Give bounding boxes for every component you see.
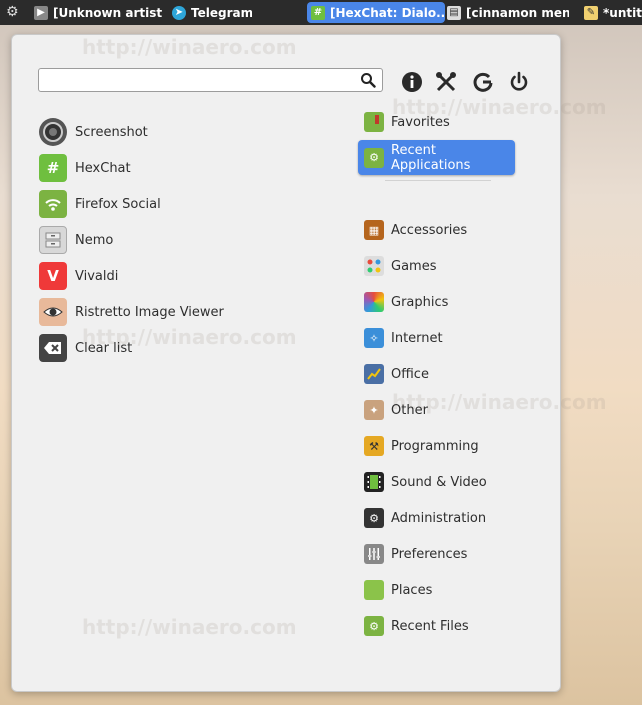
category-sound-video[interactable]: Sound & Video (364, 464, 487, 500)
app-item-ristretto[interactable]: Ristretto Image Viewer (39, 294, 224, 330)
app-item-label: Screenshot (75, 124, 148, 140)
category-label: Graphics (391, 294, 449, 310)
category-office[interactable]: Office (364, 356, 429, 392)
category-label: Office (391, 366, 429, 382)
programming-icon: ⚒ (364, 436, 384, 456)
recent-folder-icon: ⚙ (364, 147, 384, 168)
category-label: Administration (391, 510, 487, 526)
settings-tools-icon (436, 72, 456, 92)
category-graphics[interactable]: Graphics (364, 284, 448, 320)
taskbar-item-label: Telegram (191, 5, 252, 20)
taskbar-item-music[interactable]: ▶ [Unknown artist... (34, 2, 162, 23)
settings-button[interactable] (433, 69, 459, 95)
app-item-label: Vivaldi (75, 268, 119, 284)
taskbar-item-cinnamon-menu[interactable]: ▤ [cinnamon menu] (447, 2, 569, 23)
category-other[interactable]: ✦ Other (364, 392, 428, 428)
power-button[interactable] (506, 69, 532, 95)
category-label: Favorites (391, 114, 450, 130)
wifi-icon (39, 190, 67, 218)
app-item-screenshot[interactable]: Screenshot (39, 114, 148, 150)
favorites-icon (364, 112, 384, 132)
logout-icon (473, 72, 493, 92)
app-item-hexchat[interactable]: # HexChat (39, 150, 131, 186)
internet-icon: ✧ (364, 328, 384, 348)
category-label: Games (391, 258, 437, 274)
play-icon: ▶ (34, 5, 48, 20)
category-label: Recent Applications (391, 142, 471, 173)
eye-icon (39, 298, 67, 326)
graphics-icon (364, 292, 384, 312)
category-label: Programming (391, 438, 479, 454)
category-recent-files[interactable]: ⚙ Recent Files (364, 608, 469, 644)
clear-list-button[interactable]: Clear list (39, 330, 132, 366)
admin-icon: ⚙ (364, 508, 384, 528)
taskbar-item-label: *untitle (603, 5, 642, 20)
file-cabinet-icon (39, 226, 67, 254)
taskbar-item-telegram[interactable]: ➤ Telegram (172, 2, 252, 23)
search-icon[interactable] (360, 72, 376, 92)
folder-icon (364, 580, 384, 600)
hexchat-icon: # (39, 154, 67, 182)
taskbar-item-label: [HexChat: Dialo... (330, 5, 445, 20)
power-icon (510, 71, 528, 91)
games-icon (364, 256, 384, 276)
watermark: http://winaero.com (82, 35, 297, 59)
application-menu: http://winaero.com http://winaero.com ht… (11, 34, 607, 692)
hexchat-icon: # (311, 5, 325, 20)
app-item-vivaldi[interactable]: V Vivaldi (39, 258, 118, 294)
search-field[interactable] (38, 68, 383, 92)
taskbar-item-label: [Unknown artist... (53, 5, 162, 20)
clear-icon (39, 334, 67, 362)
film-icon (364, 472, 384, 492)
app-item-label: HexChat (75, 160, 131, 176)
taskbar-item-label: [cinnamon menu] (466, 5, 569, 20)
calculator-icon: ▦ (364, 220, 384, 240)
info-button[interactable] (399, 69, 425, 95)
camera-icon (39, 118, 67, 146)
category-label: Preferences (391, 546, 468, 562)
category-label: Recent Files (391, 618, 469, 634)
window-icon: ▤ (447, 5, 461, 20)
taskbar-item-hexchat[interactable]: # [HexChat: Dialo... (307, 2, 445, 23)
category-label: Sound & Video (391, 474, 487, 490)
taskbar: ⚙ ▶ [Unknown artist... ➤ Telegram # [Hex… (0, 0, 642, 25)
category-accessories[interactable]: ▦ Accessories (364, 212, 467, 248)
category-programming[interactable]: ⚒ Programming (364, 428, 479, 464)
category-label: Places (391, 582, 433, 598)
app-item-firefox-social[interactable]: Firefox Social (39, 186, 161, 222)
recent-folder-icon: ⚙ (364, 616, 384, 636)
category-games[interactable]: Games (364, 248, 436, 284)
category-favorites[interactable]: Favorites (364, 104, 450, 140)
separator (385, 180, 491, 181)
taskbar-item-editor[interactable]: ✎ *untitle (584, 2, 642, 23)
sliders-icon (364, 544, 384, 564)
app-item-label: Nemo (75, 232, 114, 248)
category-preferences[interactable]: Preferences (364, 536, 467, 572)
app-item-nemo[interactable]: Nemo (39, 222, 113, 258)
info-icon (402, 72, 422, 92)
category-label: Internet (391, 330, 443, 346)
other-icon: ✦ (364, 400, 384, 420)
app-item-label: Firefox Social (75, 196, 161, 212)
category-administration[interactable]: ⚙ Administration (364, 500, 486, 536)
text-editor-icon: ✎ (584, 5, 598, 20)
telegram-icon: ➤ (172, 5, 186, 20)
category-internet[interactable]: ✧ Internet (364, 320, 443, 356)
watermark: http://winaero.com (82, 615, 297, 639)
office-icon (364, 364, 384, 384)
app-item-label: Clear list (75, 340, 133, 356)
category-label: Other (391, 402, 428, 418)
category-label: Accessories (391, 222, 468, 238)
category-places[interactable]: Places (364, 572, 432, 608)
gear-icon[interactable]: ⚙ (6, 4, 19, 20)
logout-button[interactable] (470, 69, 496, 95)
vivaldi-icon: V (39, 262, 67, 290)
app-item-label: Ristretto Image Viewer (75, 304, 224, 320)
category-recent-applications[interactable]: ⚙ Recent Applications (358, 140, 515, 175)
